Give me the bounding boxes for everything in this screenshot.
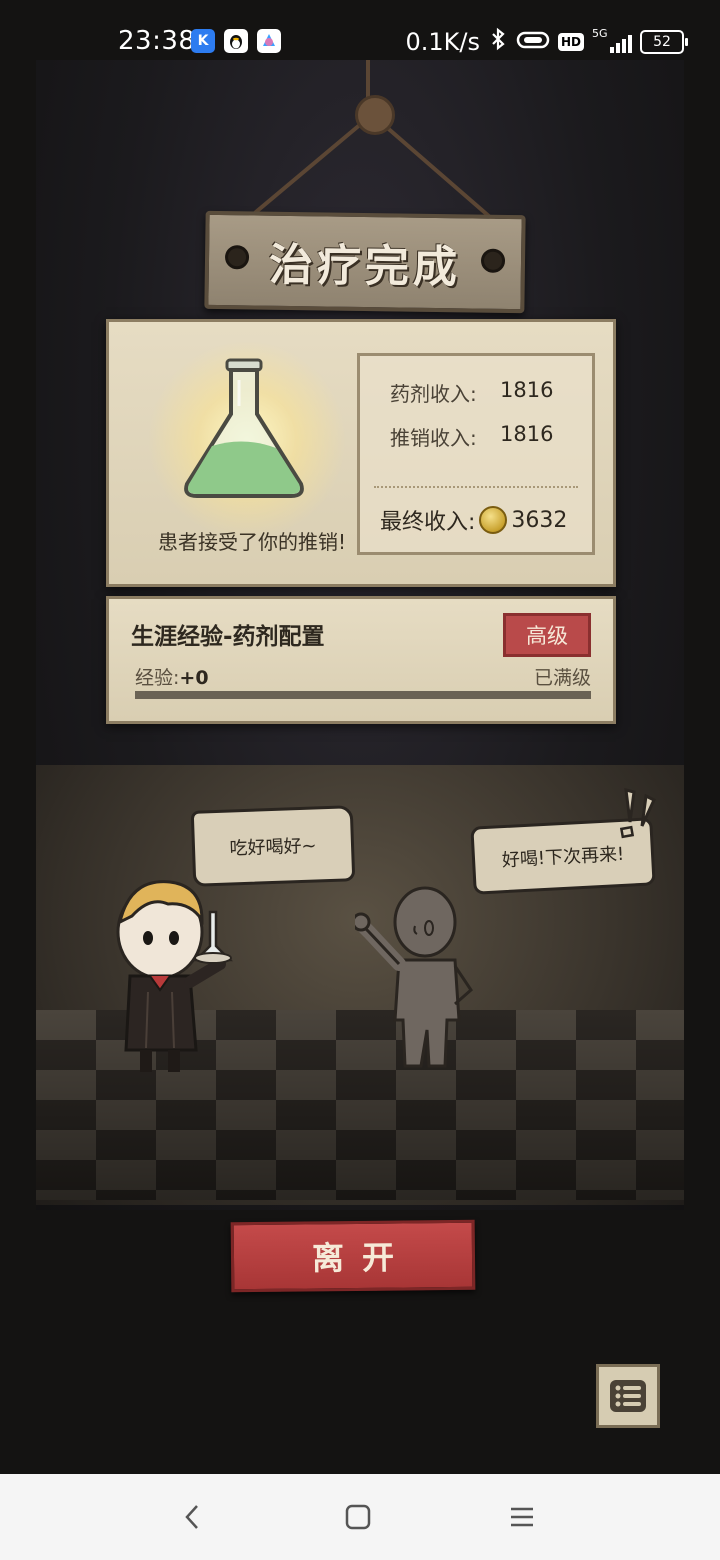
- income-box: 药剂收入: 1816 推销收入: 1816 最终收入: 3632: [357, 353, 595, 555]
- final-income-label: 最终收入:: [380, 510, 476, 535]
- potion-income-label: 药剂收入:: [390, 382, 477, 406]
- network-speed: 0.1K/s: [405, 28, 480, 56]
- rope-knot: [355, 95, 395, 135]
- battery-icon: 52: [640, 30, 688, 54]
- pinwheel-app-icon: [257, 29, 281, 53]
- experience-progress-bar: [135, 691, 591, 699]
- hamburger-menu-icon: [511, 1507, 533, 1527]
- experience-gain: 经验:+0: [135, 663, 209, 690]
- nail-icon: [480, 248, 506, 273]
- experience-label: 经验:: [135, 667, 180, 689]
- qq-penguin-icon: [224, 29, 248, 53]
- potion-flask-icon: [184, 358, 304, 498]
- sales-income-label: 推销收入:: [390, 426, 477, 450]
- nail-icon: [224, 245, 250, 270]
- doctor-character: [116, 880, 234, 1072]
- experience-status: 已满级: [533, 667, 591, 689]
- patient-speech-text: 好喝!下次再来!: [501, 843, 625, 872]
- doctor-speech-text: 吃好喝好~: [229, 835, 317, 860]
- hd-badge: HD: [557, 33, 584, 51]
- k-app-icon: K: [191, 29, 215, 53]
- exclamation-icon: [619, 788, 656, 839]
- sales-income-row: 推销收入: 1816: [390, 422, 553, 451]
- system-navigation-bar: [0, 1474, 720, 1560]
- gold-coin-icon: [479, 506, 508, 534]
- link-icon: [516, 28, 550, 56]
- signal-icon: 5G: [592, 27, 632, 53]
- final-income-row: 最终收入: 3632: [380, 504, 567, 536]
- menu-list-button[interactable]: [596, 1364, 660, 1428]
- bluetooth-icon: [488, 27, 508, 57]
- chevron-left-icon: [185, 1505, 198, 1529]
- patient-silhouette: [355, 886, 473, 1068]
- nav-recents-button[interactable]: [497, 1492, 547, 1542]
- nav-back-button[interactable]: [168, 1492, 218, 1542]
- status-time: 23:38: [118, 26, 196, 56]
- income-divider: [374, 486, 578, 488]
- experience-value: +0: [179, 667, 209, 689]
- title-sign: 治疗完成: [204, 210, 526, 314]
- experience-title: 生涯经验-药剂配置: [131, 624, 325, 650]
- potion-income-row: 药剂收入: 1816: [390, 378, 553, 407]
- experience-panel: 生涯经验-药剂配置 高级 经验:+0 已满级: [106, 596, 616, 724]
- potion-income-value: 1816: [500, 378, 554, 402]
- list-icon: [610, 1380, 646, 1412]
- final-income-value: 3632: [511, 507, 568, 533]
- patient-message: 患者接受了你的推销!: [157, 530, 347, 554]
- square-home-icon: [345, 1504, 371, 1530]
- nav-home-button[interactable]: [333, 1492, 383, 1542]
- sales-income-value: 1816: [500, 422, 554, 446]
- experience-progress-fill: [135, 691, 591, 699]
- leave-button[interactable]: 离开: [230, 1219, 476, 1293]
- reward-panel: 患者接受了你的推销! 药剂收入: 1816 推销收入: 1816 最终收入: 3…: [106, 319, 616, 587]
- page-title: 治疗完成: [268, 239, 462, 294]
- rank-badge: 高级: [503, 613, 591, 657]
- signal-5g-label: 5G: [592, 27, 608, 40]
